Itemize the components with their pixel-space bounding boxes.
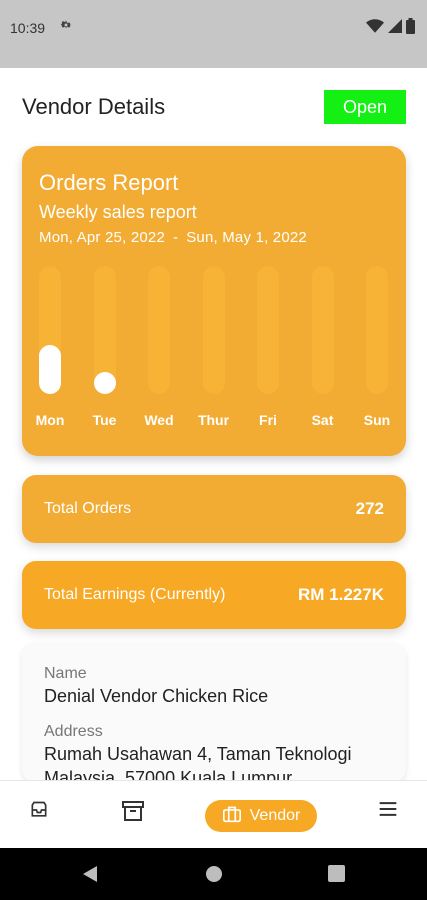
address-value: Rumah Usahawan 4, Taman Teknologi (44, 744, 352, 764)
vendor-icon (222, 805, 242, 828)
bar-sat[interactable] (311, 266, 336, 394)
bottom-nav: Vendor (0, 780, 427, 848)
day-label: Mon (35, 412, 65, 428)
status-left: 10:39 (10, 18, 73, 37)
bar-track (202, 266, 225, 394)
signal-icon (388, 19, 402, 38)
bar-thur[interactable] (202, 266, 227, 394)
menu-icon (378, 802, 398, 822)
gear-icon (59, 18, 73, 37)
bar-fri[interactable] (257, 266, 281, 394)
recents-icon (328, 865, 345, 886)
day-label: Fri (259, 412, 277, 428)
vendor-details-card: Name Denial Vendor Chicken Rice Address … (22, 643, 406, 783)
nav-menu[interactable] (378, 800, 398, 823)
report-title: Orders Report (39, 170, 179, 195)
report-subtitle: Weekly sales report (39, 202, 197, 222)
status-right (366, 18, 415, 39)
total-earnings-card[interactable]: Total Earnings (Currently) RM 1.227K (22, 561, 406, 629)
back-button[interactable] (81, 865, 99, 888)
home-icon (205, 866, 223, 887)
nav-vendor-label: Vendor (249, 807, 301, 824)
recents-button[interactable] (328, 865, 345, 887)
range-start: Mon, Apr 25, 2022 (39, 229, 165, 246)
day-label: Tue (92, 412, 117, 428)
bar-fill (39, 345, 61, 394)
total-earnings-label: Total Earnings (Currently) (44, 586, 226, 603)
day-label: Sat (311, 412, 334, 428)
bar-mon[interactable] (39, 266, 63, 394)
page-title: Vendor Details (22, 94, 166, 119)
name-value: Denial Vendor Chicken Rice (44, 686, 269, 706)
archive-icon (121, 801, 145, 826)
range-separator: - (173, 229, 179, 246)
range-end: Sun, May 1, 2022 (186, 229, 307, 246)
home-button[interactable] (205, 865, 223, 888)
bar-track (311, 266, 334, 394)
inbox-icon (29, 801, 49, 824)
back-icon (81, 866, 99, 887)
weekly-bar-chart: Mon Tue Wed Thur Fri Sat Sun (22, 266, 406, 428)
status-time: 10:39 (10, 19, 46, 36)
name-label: Name (44, 665, 87, 682)
battery-icon (406, 18, 415, 39)
nav-vendor[interactable]: Vendor (205, 800, 317, 832)
page-header: Vendor Details Open (22, 90, 406, 124)
bar-tue[interactable] (93, 266, 118, 394)
total-orders-label: Total Orders (44, 500, 132, 517)
total-earnings-value: RM 1.227K (298, 585, 384, 604)
bar-track (148, 266, 170, 394)
address-label: Address (44, 723, 103, 740)
day-label: Sun (363, 412, 391, 428)
total-orders-card[interactable]: Total Orders 272 (22, 475, 406, 543)
report-date-range: Mon, Apr 25, 2022- Sun, May 1, 2022 (39, 229, 389, 246)
bar-fill (93, 372, 116, 394)
nav-archive[interactable] (121, 800, 145, 827)
bar-track (366, 266, 388, 394)
day-label: Wed (144, 412, 174, 428)
status-badge: Open (324, 90, 406, 124)
status-bar: 10:39 (0, 0, 427, 68)
nav-inbox[interactable] (29, 800, 49, 825)
system-nav-bar (0, 848, 427, 900)
bar-track (257, 266, 279, 394)
total-orders-value: 272 (355, 499, 384, 518)
bar-wed[interactable] (148, 266, 172, 394)
bar-sun[interactable] (366, 266, 390, 394)
day-label: Thur (197, 412, 230, 428)
wifi-icon (366, 19, 384, 38)
orders-report-card: Orders Report Weekly sales report Mon, A… (22, 146, 406, 456)
